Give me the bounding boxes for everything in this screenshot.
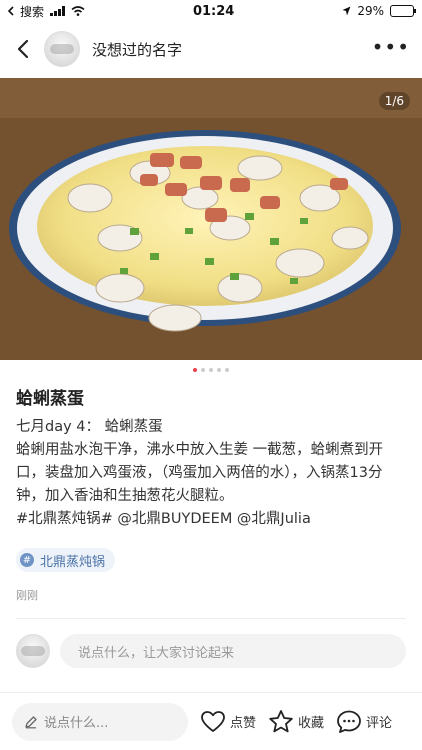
action-buttons: 点赞 收藏 评论 <box>200 709 392 734</box>
image-counter: 1/6 <box>378 92 410 110</box>
author-name[interactable]: 没想过的名字 <box>92 39 182 60</box>
status-left: 搜索 <box>8 3 85 20</box>
pagination-dot <box>201 368 205 372</box>
comment-button[interactable]: 评论 <box>336 709 392 734</box>
hashtag-icon: # <box>20 553 34 567</box>
pencil-icon <box>25 715 37 728</box>
post-title: 蛤蜊蒸蛋 <box>16 389 84 409</box>
post-image[interactable]: 1/6 <box>0 78 422 360</box>
pagination-dot <box>217 368 221 372</box>
carrier-label: 搜索 <box>20 4 45 19</box>
divider <box>16 618 406 619</box>
post-content: 七月day 4： 蛤蜊蒸蛋 蛤蜊用盐水泡干净，沸水中放入生姜 一截葱，蛤蜊煮到开… <box>16 416 408 531</box>
star-icon <box>269 710 293 733</box>
more-options-button[interactable]: ••• <box>372 37 410 57</box>
back-button[interactable] <box>10 36 36 62</box>
comment-placeholder: 说点什么，让大家讨论起来 <box>78 645 235 661</box>
food-photo-illustration <box>0 78 422 360</box>
comment-input[interactable]: 说点什么，让大家讨论起来 <box>60 634 406 668</box>
wifi-icon <box>71 6 85 16</box>
pagination-dot <box>209 368 213 372</box>
collect-label: 收藏 <box>298 716 325 731</box>
post-hashtags[interactable]: #北鼎蒸炖锅# @北鼎BUYDEEM @北鼎Julia <box>16 508 408 531</box>
header: 没想过的名字 ••• <box>0 22 422 76</box>
post-time: 刚刚 <box>16 589 38 602</box>
post-line: 蛤蜊用盐水泡干净，沸水中放入生姜 一截葱，蛤蜊煮到开口，装盘加入鸡蛋液，（鸡蛋加… <box>16 442 384 504</box>
battery-percent: 29% <box>357 4 384 18</box>
comment-row: 说点什么，让大家讨论起来 <box>16 634 406 668</box>
like-button[interactable]: 点赞 <box>200 710 256 734</box>
comment-bubble-icon <box>337 710 361 733</box>
status-time: 01:24 <box>192 3 235 19</box>
signal-icon <box>50 6 66 16</box>
topic-tag-label: 北鼎蒸炖锅 <box>40 554 106 570</box>
status-right: 29% <box>342 4 416 18</box>
battery-icon <box>389 5 416 17</box>
author-avatar[interactable] <box>44 31 80 67</box>
pagination-dot <box>225 368 229 372</box>
chevron-left-icon <box>17 39 29 59</box>
location-icon <box>342 6 351 16</box>
user-avatar <box>16 634 50 668</box>
back-arrow-small-icon <box>8 6 14 16</box>
status-bar: 搜索 01:24 29% <box>0 0 422 22</box>
post-line: 七月day 4： 蛤蜊蒸蛋 <box>16 419 163 435</box>
bottom-comment-input[interactable]: 说点什么... <box>12 702 188 741</box>
comment-label: 评论 <box>366 716 393 731</box>
like-label: 点赞 <box>230 716 257 731</box>
image-pagination-dots <box>0 368 422 372</box>
bottom-input-placeholder: 说点什么... <box>44 716 109 731</box>
pagination-dot <box>193 368 197 372</box>
collect-button[interactable]: 收藏 <box>268 709 324 734</box>
topic-tag[interactable]: # 北鼎蒸炖锅 <box>16 548 116 572</box>
heart-icon <box>201 710 225 732</box>
bottom-action-bar: 说点什么... 点赞 收藏 评论 <box>0 692 422 750</box>
avatar-image <box>50 44 74 54</box>
avatar-image <box>21 646 45 656</box>
